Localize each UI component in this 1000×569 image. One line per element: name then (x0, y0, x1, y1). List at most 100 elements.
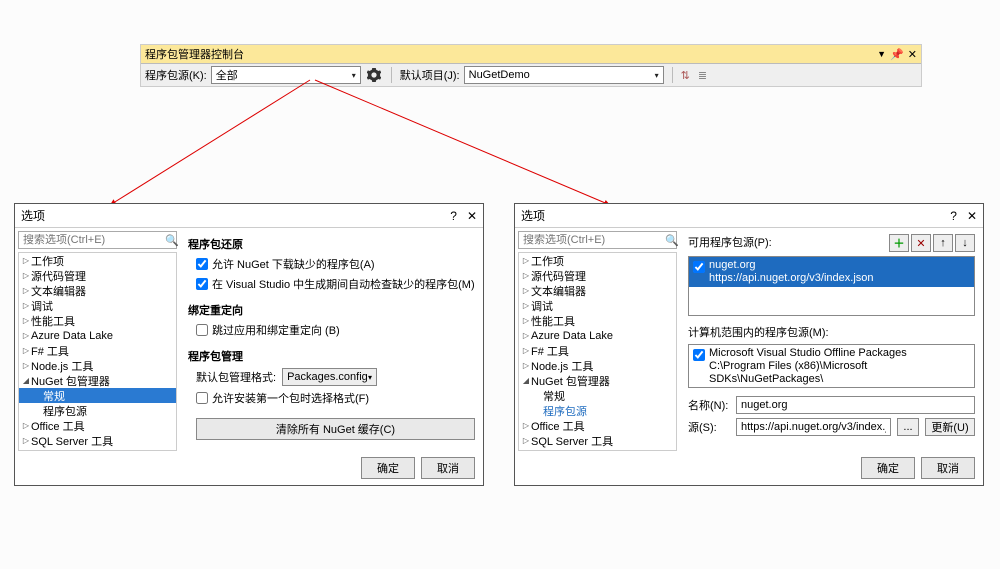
tree-node[interactable]: ◢NuGet 包管理器 (519, 373, 676, 388)
tree-node[interactable]: ▷F# 工具 (519, 343, 676, 358)
tree-label: 常规 (43, 388, 65, 404)
tree-node[interactable]: ▷文本编辑器 (519, 283, 676, 298)
cb-allow-first-install[interactable]: 允许安装第一个包时选择格式(F) (196, 390, 475, 406)
tree-node[interactable]: 常规 (19, 388, 176, 403)
tree-node[interactable]: ◢NuGet 包管理器 (19, 373, 176, 388)
tree-node[interactable]: ▷Office 工具 (19, 418, 176, 433)
source-checkbox[interactable] (693, 261, 705, 273)
twisty-icon: ▷ (21, 361, 31, 370)
source-input[interactable] (736, 418, 891, 436)
separator (672, 67, 673, 83)
tree-node[interactable]: 程序包源 (19, 403, 176, 418)
cb-allow-download[interactable]: 允许 NuGet 下载缺少的程序包(A) (196, 256, 475, 272)
add-source-button[interactable]: ＋ (889, 234, 909, 252)
twisty-icon: ▷ (521, 331, 531, 340)
move-down-button[interactable]: ↓ (955, 234, 975, 252)
tree-node[interactable]: ▷工作项 (519, 253, 676, 268)
close-icon[interactable]: ✕ (967, 209, 977, 223)
tree-node[interactable]: ▷Node.js 工具 (519, 358, 676, 373)
format-select[interactable]: Packages.config ▾ (282, 368, 377, 386)
tree-node[interactable]: ▷SQL Server 工具 (19, 433, 176, 448)
ok-button[interactable]: 确定 (861, 457, 915, 479)
tree-node[interactable]: ▷调试 (519, 298, 676, 313)
dropdown-icon[interactable]: ▼ (877, 49, 886, 59)
format-label: 默认包管理格式: (196, 369, 276, 385)
options-nav-pane: 🔍 ▷工作项▷源代码管理▷文本编辑器▷调试▷性能工具▷Azure Data La… (515, 227, 680, 451)
tree-label: NuGet 包管理器 (531, 373, 610, 389)
dialog-title-text: 选项 (521, 207, 545, 224)
tree-node[interactable]: ▷Azure Data Lake (519, 328, 676, 343)
options-tree[interactable]: ▷工作项▷源代码管理▷文本编辑器▷调试▷性能工具▷Azure Data Lake… (518, 252, 677, 451)
tree-node[interactable]: ▷源代码管理 (519, 268, 676, 283)
source-item-offline[interactable]: Microsoft Visual Studio Offline Packages… (689, 345, 974, 388)
default-project-label: 默认项目(J): (400, 67, 460, 83)
twisty-icon: ▷ (21, 421, 31, 430)
machine-sources-list[interactable]: Microsoft Visual Studio Offline Packages… (688, 344, 975, 388)
tree-node[interactable]: 程序包源 (519, 403, 676, 418)
tree-label: F# 工具 (531, 343, 569, 359)
dialog-title-text: 选项 (21, 207, 45, 224)
options-tree[interactable]: ▷工作项▷源代码管理▷文本编辑器▷调试▷性能工具▷Azure Data Lake… (18, 252, 177, 451)
dialog-footer: 确定 取消 (15, 451, 483, 485)
tree-node[interactable]: ▷性能工具 (19, 313, 176, 328)
source-checkbox[interactable] (693, 349, 705, 361)
clear-cache-button[interactable]: 清除所有 NuGet 缓存(C) (196, 418, 475, 440)
tree-node[interactable]: ▷调试 (19, 298, 176, 313)
tree-node[interactable]: ▷工作项 (19, 253, 176, 268)
ok-button[interactable]: 确定 (361, 457, 415, 479)
search-input[interactable] (23, 234, 165, 246)
default-project-select[interactable]: NuGetDemo ▾ (464, 66, 664, 84)
source-item-nuget[interactable]: nuget.org https://api.nuget.org/v3/index… (689, 257, 974, 287)
cancel-button[interactable]: 取消 (421, 457, 475, 479)
section-package-restore: 程序包还原 (188, 236, 475, 252)
cancel-button[interactable]: 取消 (921, 457, 975, 479)
twisty-icon: ▷ (521, 436, 531, 445)
options-content-pane: 可用程序包源(P): ＋ ✕ ↑ ↓ nuget.org https://api… (680, 227, 983, 451)
machine-sources-label: 计算机范围内的程序包源(M): (688, 324, 975, 340)
tree-node[interactable]: ▷F# 工具 (19, 343, 176, 358)
help-icon[interactable]: ? (950, 209, 957, 223)
options-search[interactable]: 🔍 (518, 231, 677, 249)
tree-node[interactable]: ▷源代码管理 (19, 268, 176, 283)
cb-auto-check[interactable]: 在 Visual Studio 中生成期间自动检查缺少的程序包(M) (196, 276, 475, 292)
tree-node[interactable]: ▷性能工具 (519, 313, 676, 328)
search-input[interactable] (523, 234, 665, 246)
tree-label: SQL Server 工具 (531, 433, 613, 449)
twisty-icon: ▷ (521, 316, 531, 325)
tree-label: 常规 (543, 388, 565, 404)
move-up-button[interactable]: ↑ (933, 234, 953, 252)
browse-button[interactable]: ... (897, 418, 919, 436)
cb-skip-redirect[interactable]: 跳过应用和绑定重定向 (B) (196, 322, 475, 338)
twisty-icon: ▷ (21, 346, 31, 355)
chevron-down-icon: ▾ (368, 373, 372, 382)
package-source-select[interactable]: 全部 ▾ (211, 66, 361, 84)
options-dialog-sources: 选项 ? ✕ 🔍 ▷工作项▷源代码管理▷文本编辑器▷调试▷性能工具▷Azure … (514, 203, 984, 486)
source-name: Microsoft Visual Studio Offline Packages (709, 347, 970, 360)
close-icon[interactable]: ✕ (908, 48, 917, 61)
name-input[interactable] (736, 396, 975, 414)
pin-icon[interactable]: 📌 (890, 48, 904, 61)
close-icon[interactable]: ✕ (467, 209, 477, 223)
options-content-pane: 程序包还原 允许 NuGet 下载缺少的程序包(A) 在 Visual Stud… (180, 227, 483, 451)
tree-node[interactable]: ▷Office 工具 (519, 418, 676, 433)
dbg-icon[interactable]: ⇅ (681, 69, 690, 82)
list-icon[interactable]: ≣ (698, 69, 707, 82)
tree-node[interactable]: 常规 (519, 388, 676, 403)
tree-label: 工作项 (531, 253, 564, 269)
twisty-icon: ▷ (521, 346, 531, 355)
tree-node[interactable]: ▷文本编辑器 (19, 283, 176, 298)
tree-node[interactable]: ▷Azure Data Lake (19, 328, 176, 343)
tree-label: NuGet 包管理器 (31, 373, 110, 389)
source-url: C:\Program Files (x86)\Microsoft SDKs\Nu… (709, 360, 970, 386)
update-button[interactable]: 更新(U) (925, 418, 975, 436)
options-search[interactable]: 🔍 (18, 231, 177, 249)
tree-node[interactable]: ▷SQL Server 工具 (519, 433, 676, 448)
settings-gear-button[interactable] (365, 66, 383, 84)
twisty-icon: ▷ (21, 436, 31, 445)
tree-label: 性能工具 (31, 313, 75, 329)
tree-node[interactable]: ▷Node.js 工具 (19, 358, 176, 373)
help-icon[interactable]: ? (450, 209, 457, 223)
remove-source-button[interactable]: ✕ (911, 234, 931, 252)
tree-label: 工作项 (31, 253, 64, 269)
available-sources-list[interactable]: nuget.org https://api.nuget.org/v3/index… (688, 256, 975, 316)
